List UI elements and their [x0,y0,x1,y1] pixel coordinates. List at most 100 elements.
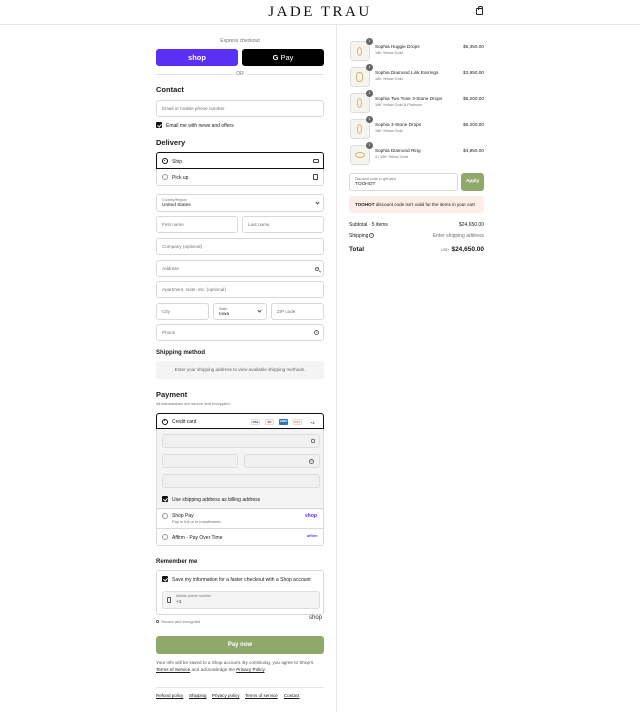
product-price: $5,200.00 [463,96,484,101]
zip-placeholder: ZIP code [277,309,296,314]
phone-field[interactable]: Phone ? [156,324,324,341]
privacy-policy-footer-link[interactable]: Privacy policy [212,693,240,698]
footer-divider [156,687,324,688]
email-field[interactable]: Email or mobile phone number [156,100,324,117]
save-info-checkbox[interactable] [162,576,168,582]
last-name-field[interactable]: Last name [242,216,324,233]
pickup-radio[interactable] [162,174,168,180]
remember-box: Save my information for a faster checkou… [156,570,324,615]
last-name-placeholder: Last name [248,222,270,227]
company-field[interactable]: Company (optional) [156,238,324,255]
credit-card-option[interactable]: Credit card VISA MC AMEX DISC +4 [156,413,324,429]
country-select[interactable]: Country/Region United States [156,194,324,212]
brand-logo[interactable]: JADE TRAU [0,4,640,21]
name-on-card-field[interactable] [162,474,320,488]
save-info-label: Save my information for a faster checkou… [172,576,311,583]
legal-middle: and acknowledge the [191,667,235,672]
earring-icon [357,98,362,108]
zip-field[interactable]: ZIP code [271,303,324,320]
product-variant: 18K Yellow Gold & Platinum [375,103,423,107]
legal-prefix: Your info will be saved to a Shop accoun… [156,660,314,665]
product-name: Sophia Huggie Drops [375,44,420,49]
help-icon[interactable]: ? [309,459,314,464]
legal-text: Your info will be saved to a Shop accoun… [156,659,326,673]
card-form: ? Use shipping address as billing addres… [156,429,324,509]
order-summary: 1 Sophia Huggie Drops 18K Yellow Gold $5… [337,25,640,712]
quantity-badge: 1 [366,64,373,71]
security-code-field[interactable]: ? [244,454,320,468]
shop-logo: shop [309,615,323,621]
help-icon[interactable]: ? [314,330,319,335]
card-number-field[interactable] [162,434,320,448]
terms-of-service-footer-link[interactable]: Terms of service [245,693,278,698]
store-icon [313,174,318,180]
discover-icon: DISC [293,418,302,425]
shop-pay-option[interactable]: Shop Pay Pay in full or in installments … [156,509,324,529]
address-placeholder: Address [162,266,179,271]
pay-now-button[interactable]: Pay now [156,636,324,654]
shop-pay-radio[interactable] [162,513,168,519]
ship-radio[interactable] [162,158,168,164]
apply-button[interactable]: Apply [461,173,484,191]
shipping-link[interactable]: Shipping [189,693,207,698]
affirm-label: Affirm - Pay Over Time [172,534,223,541]
quantity-badge: 1 [366,116,373,123]
shipping-value: Enter shipping address [432,233,484,239]
apartment-field[interactable]: Apartment, suite, etc. (optional) [156,281,324,298]
product-variant: 18K Yellow Gold [375,129,403,133]
affirm-radio[interactable] [162,534,168,540]
ship-label: Ship [172,158,183,165]
credit-card-label: Credit card [172,419,197,425]
affirm-option[interactable]: Affirm - Pay Over Time affirm [156,529,324,546]
shop-logo: shop [188,53,206,62]
chevron-down-icon [257,308,262,313]
affirm-logo: affirm [307,534,318,538]
or-divider-label: OR [236,71,244,77]
product-name: Sophia 3-Stone Drops [375,122,422,127]
product-variant: 18K Yellow Gold [375,77,403,81]
shopping-bag-icon[interactable] [476,6,483,15]
news-label: Email me with news and offers [166,122,234,129]
ring-icon [355,152,365,158]
pickup-label: Pick up [172,174,189,181]
news-checkbox[interactable] [156,122,162,128]
subtotal-label: Subtotal · 5 items [349,222,388,228]
billing-checkbox[interactable] [162,496,168,502]
city-placeholder: City [162,309,170,314]
divider [156,74,234,75]
shop-pay-sub: Pay in full or in installments [172,519,221,524]
google-pay-label: Pay [280,53,294,62]
delivery-heading: Delivery [156,138,186,147]
discount-code-field[interactable]: Discount code or gift card TOOHOT [349,173,458,191]
contact-link[interactable]: Contact [284,693,300,698]
privacy-policy-link[interactable]: Privacy Policy [236,667,264,672]
company-placeholder: Company (optional) [162,244,203,249]
shop-pay-logo: shop [305,513,317,519]
discount-label: Discount code or gift card [355,176,396,181]
state-select[interactable]: State Iowa [213,303,267,320]
refund-policy-link[interactable]: Refund policy [156,693,183,698]
credit-card-radio[interactable] [162,418,168,425]
amex-icon: AMEX [279,418,288,425]
address-field[interactable]: Address [156,260,324,277]
billing-label: Use shipping address as billing address [172,496,261,503]
product-variant: 4 / 18K Yellow Gold [375,155,408,159]
error-text: discount code isn't valid for the items … [375,202,475,207]
ship-option[interactable]: Ship [156,152,324,169]
divider [246,74,324,75]
shop-pay-express-button[interactable]: shop [156,49,238,66]
pickup-option[interactable]: Pick up [156,169,324,186]
city-field[interactable]: City [156,303,209,320]
terms-of-service-link[interactable]: Terms of Service [156,667,190,672]
earring-icon [357,124,362,134]
payment-heading: Payment [156,390,188,399]
first-name-field[interactable]: First name [156,216,238,233]
help-icon[interactable]: ? [369,233,374,238]
mobile-phone-field[interactable]: Mobile phone number +1 [162,591,320,609]
country-label: Country/Region [162,197,187,202]
apartment-placeholder: Apartment, suite, etc. (optional) [162,287,226,292]
total-value: $24,650.00 [451,246,484,253]
product-price: $5,350.00 [463,44,484,49]
google-pay-button[interactable]: G Pay [242,49,324,66]
expiration-field[interactable] [162,454,238,468]
